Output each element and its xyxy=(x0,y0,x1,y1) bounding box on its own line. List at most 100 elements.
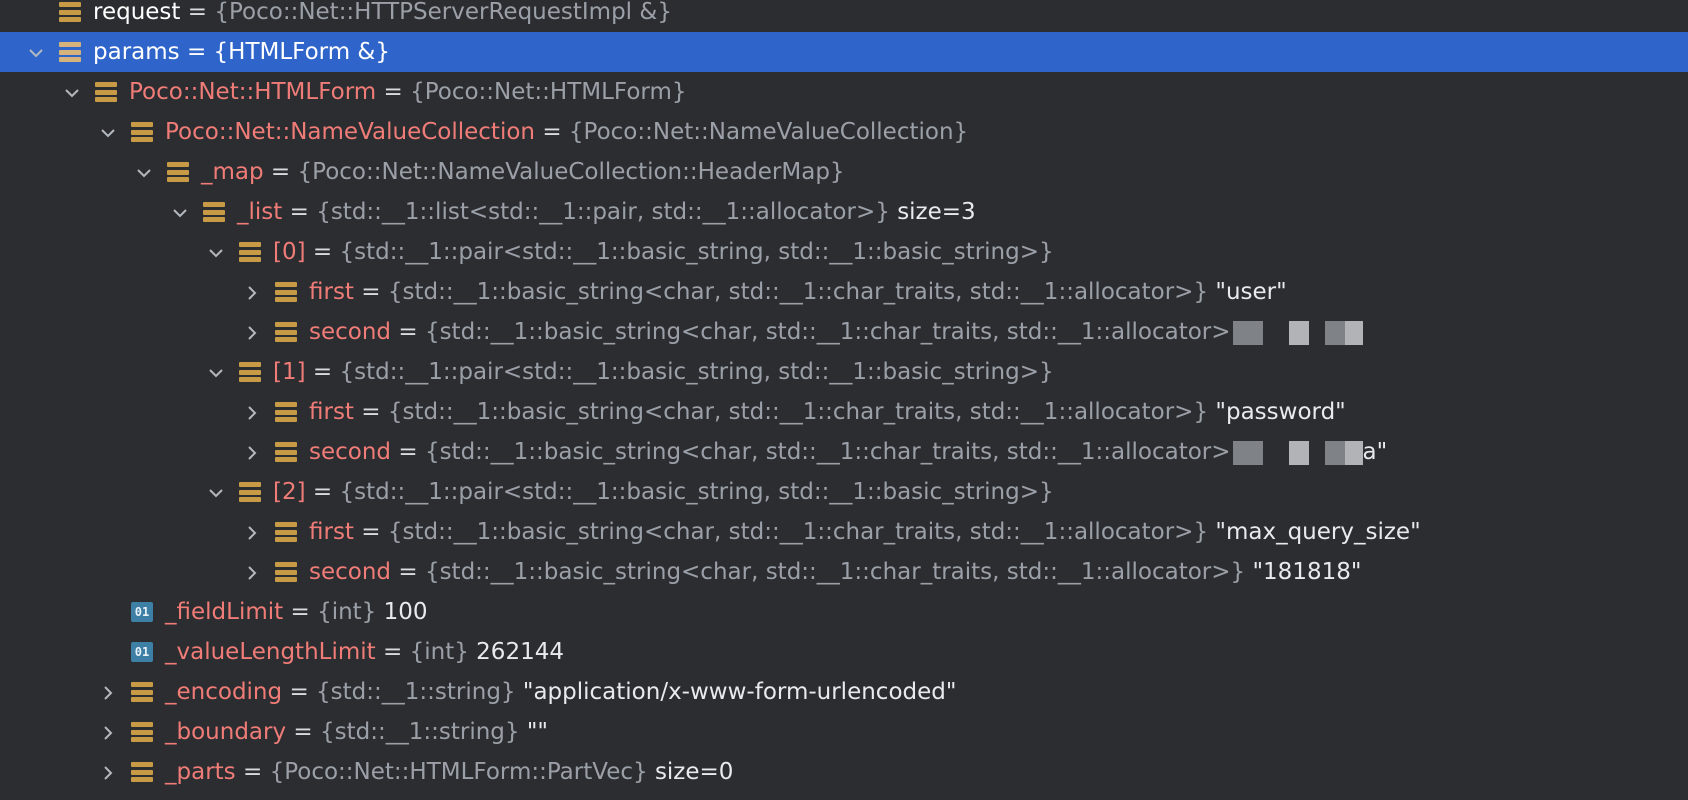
variable-row-pair-0-second[interactable]: second = {std::__1::basic_string<char, s… xyxy=(0,312,1688,352)
variable-type: {std::__1::basic_string<char, std::__1::… xyxy=(387,279,1209,305)
chevron-right-icon[interactable] xyxy=(237,392,267,432)
variable-value: 100 xyxy=(383,599,428,625)
variable-label: Poco::Net::HTMLForm = {Poco::Net::HTMLFo… xyxy=(129,72,686,112)
chevron-down-icon[interactable] xyxy=(57,72,87,112)
variable-name: _map xyxy=(201,159,264,185)
variable-type: {Poco::Net::HTTPServerRequestImpl &} xyxy=(214,0,672,25)
chevron-down-icon[interactable] xyxy=(21,32,51,72)
variable-label: Poco::Net::NameValueCollection = {Poco::… xyxy=(165,112,968,152)
equals-sign: = xyxy=(242,759,263,785)
variable-row-pair-0-first[interactable]: first = {std::__1::basic_string<char, st… xyxy=(0,272,1688,312)
variable-row-pair-1-second[interactable]: second = {std::__1::basic_string<char, s… xyxy=(0,432,1688,472)
variable-row-valuelengthlimit[interactable]: 01 _valueLengthLimit = {int} 262144 xyxy=(0,632,1688,672)
variable-name: Poco::Net::HTMLForm xyxy=(129,79,377,105)
chevron-right-icon[interactable] xyxy=(237,512,267,552)
variable-name: first xyxy=(309,519,354,545)
chevron-right-icon[interactable] xyxy=(237,272,267,312)
equals-sign: = xyxy=(383,639,403,665)
variable-type: {Poco::Net::NameValueCollection::HeaderM… xyxy=(297,159,845,185)
chevron-down-icon[interactable] xyxy=(201,232,231,272)
variable-name: request xyxy=(93,0,181,25)
variable-row-boundary[interactable]: _boundary = {std::__1::string} "" xyxy=(0,712,1688,752)
variable-type: {std::__1::list<std::__1::pair, std::__1… xyxy=(316,199,890,225)
variable-name: _encoding xyxy=(165,679,283,705)
chevron-down-icon[interactable] xyxy=(93,112,123,152)
field-icon xyxy=(239,242,261,262)
variable-label: request = {Poco::Net::HTTPServerRequestI… xyxy=(93,0,672,32)
variable-label: first = {std::__1::basic_string<char, st… xyxy=(309,512,1421,552)
equals-sign: = xyxy=(383,79,403,105)
variable-label: _boundary = {std::__1::string} "" xyxy=(165,712,548,752)
chevron-down-icon[interactable] xyxy=(129,152,159,192)
variable-row-encoding[interactable]: _encoding = {std::__1::string} "applicat… xyxy=(0,672,1688,712)
variable-row-htmlform[interactable]: Poco::Net::HTMLForm = {Poco::Net::HTMLFo… xyxy=(0,72,1688,112)
chevron-right-icon[interactable] xyxy=(237,552,267,592)
variable-row-pair-1[interactable]: [1] = {std::__1::pair<std::__1::basic_st… xyxy=(0,352,1688,392)
chevron-right-icon[interactable] xyxy=(237,432,267,472)
variable-name: _fieldLimit xyxy=(165,599,284,625)
variable-label: first = {std::__1::basic_string<char, st… xyxy=(309,272,1287,312)
equals-sign: = xyxy=(361,519,381,545)
variable-label: _encoding = {std::__1::string} "applicat… xyxy=(165,672,956,712)
equals-sign: = xyxy=(289,199,309,225)
variable-row-namevaluecollection[interactable]: Poco::Net::NameValueCollection = {Poco::… xyxy=(0,112,1688,152)
chevron-down-icon[interactable] xyxy=(201,472,231,512)
variable-type: {std::__1::basic_string<char, std::__1::… xyxy=(387,399,1209,425)
variable-value: size=3 xyxy=(897,199,976,225)
variable-row-pair-2-first[interactable]: first = {std::__1::basic_string<char, st… xyxy=(0,512,1688,552)
field-icon xyxy=(275,522,297,542)
variable-row-pair-0[interactable]: [0] = {std::__1::pair<std::__1::basic_st… xyxy=(0,232,1688,272)
field-icon xyxy=(275,402,297,422)
variable-label: _valueLengthLimit = {int} 262144 xyxy=(165,632,564,672)
chevron-right-icon[interactable] xyxy=(21,792,51,800)
equals-sign: = xyxy=(270,159,291,185)
variable-type: {std::__1::basic_string<char, std::__1::… xyxy=(424,439,1231,465)
chevron-right-icon[interactable] xyxy=(237,312,267,352)
variable-row-parts[interactable]: _parts = {Poco::Net::HTMLForm::PartVec} … xyxy=(0,752,1688,792)
variable-row-response[interactable]: response = {Poco::Net::HTTPServerRespons… xyxy=(0,792,1688,800)
variable-row-params[interactable]: params = {HTMLForm &} xyxy=(0,32,1688,72)
variable-value: a" xyxy=(1362,439,1388,465)
variable-value: "" xyxy=(526,719,549,745)
variable-name: Poco::Net::NameValueCollection xyxy=(165,119,535,145)
variable-name: second xyxy=(309,319,392,345)
equals-sign: = xyxy=(290,599,310,625)
redacted-value xyxy=(1232,320,1363,345)
chevron-right-icon[interactable] xyxy=(93,672,123,712)
debugger-variables-tree: request = {Poco::Net::HTTPServerRequestI… xyxy=(0,0,1688,800)
chevron-down-icon[interactable] xyxy=(165,192,195,232)
variable-row-pair-2[interactable]: [2] = {std::__1::pair<std::__1::basic_st… xyxy=(0,472,1688,512)
variable-row-fieldlimit[interactable]: 01 _fieldLimit = {int} 100 xyxy=(0,592,1688,632)
variable-row-list[interactable]: _list = {std::__1::list<std::__1::pair, … xyxy=(0,192,1688,232)
variable-value: "181818" xyxy=(1252,559,1362,585)
chevron-right-icon[interactable] xyxy=(93,712,123,752)
equals-sign: = xyxy=(398,559,418,585)
variable-type: {Poco::Net::HTMLForm::PartVec} xyxy=(269,759,648,785)
variable-name: [2] xyxy=(273,479,306,505)
chevron-down-icon[interactable] xyxy=(201,352,231,392)
field-icon xyxy=(59,42,81,62)
variable-type: {std::__1::pair<std::__1::basic_string, … xyxy=(339,239,1054,265)
field-icon xyxy=(95,82,117,102)
variable-row-map[interactable]: _map = {Poco::Net::NameValueCollection::… xyxy=(0,152,1688,192)
variable-value: "application/x-www-form-urlencoded" xyxy=(522,679,957,705)
variable-row-pair-1-first[interactable]: first = {std::__1::basic_string<char, st… xyxy=(0,392,1688,432)
variable-label: _map = {Poco::Net::NameValueCollection::… xyxy=(201,152,845,192)
variable-row-request[interactable]: request = {Poco::Net::HTTPServerRequestI… xyxy=(0,0,1688,32)
primitive-field-icon: 01 xyxy=(131,642,153,662)
variable-name: second xyxy=(309,439,392,465)
chevron-right-icon[interactable] xyxy=(93,752,123,792)
field-icon xyxy=(131,722,153,742)
variable-row-pair-2-second[interactable]: second = {std::__1::basic_string<char, s… xyxy=(0,552,1688,592)
equals-sign: = xyxy=(289,679,309,705)
equals-sign: = xyxy=(312,359,333,385)
field-icon xyxy=(131,122,153,142)
variable-type: {int} xyxy=(409,639,469,665)
variable-label: second = {std::__1::basic_string<char, s… xyxy=(309,312,1363,352)
variable-name: _boundary xyxy=(165,719,287,745)
variable-label: [2] = {std::__1::pair<std::__1::basic_st… xyxy=(273,472,1054,512)
equals-sign: = xyxy=(361,399,381,425)
variable-value: 262144 xyxy=(476,639,564,665)
field-icon xyxy=(131,682,153,702)
variable-type: {Poco::Net::HTMLForm} xyxy=(410,79,687,105)
